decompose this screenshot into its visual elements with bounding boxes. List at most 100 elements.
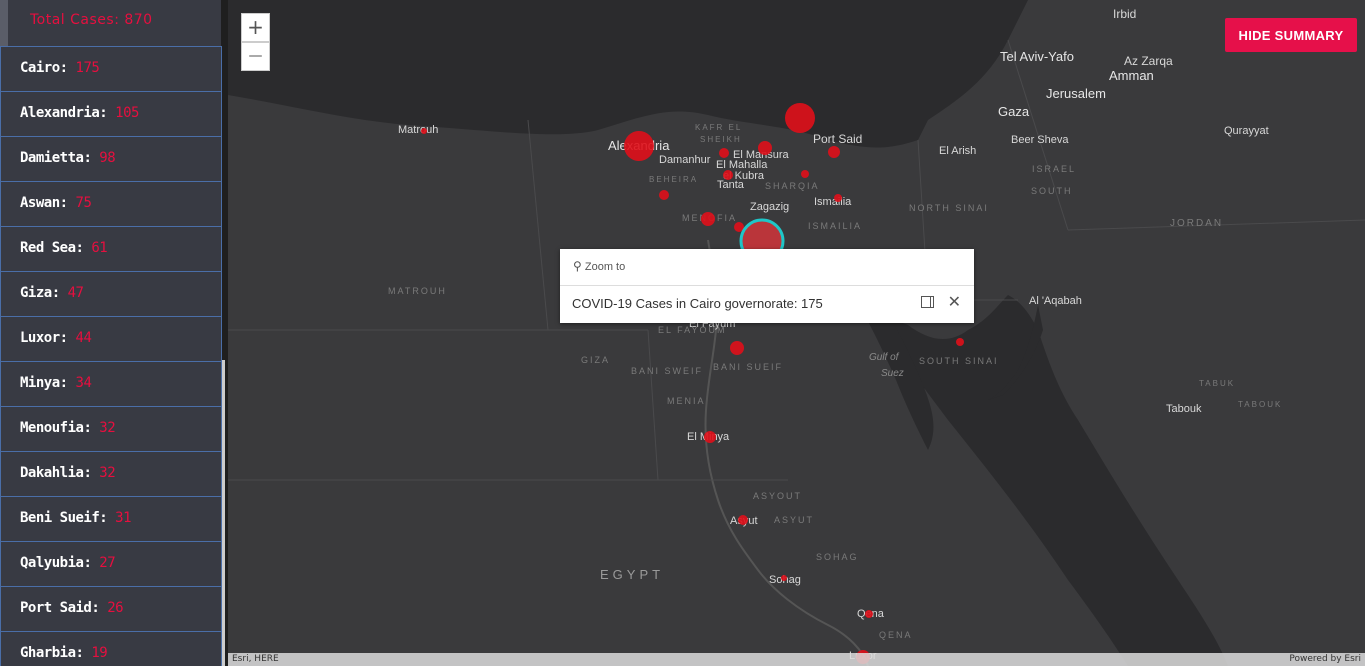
separator: :	[83, 420, 100, 436]
governorate-case-count: 175	[75, 60, 100, 76]
zoom-to-label: Zoom to	[584, 261, 626, 273]
marker-matrouh[interactable]	[421, 128, 427, 134]
governorate-name: Dakahlia	[20, 465, 84, 481]
governorate-label: Menoufia: 32	[20, 420, 116, 436]
separator: :	[51, 285, 68, 301]
governorate-label: Aswan: 75	[20, 195, 92, 211]
separator: :	[83, 150, 100, 166]
marker-damietta[interactable]	[785, 103, 815, 133]
governorate-case-count: 61	[91, 240, 108, 256]
governorate-name: Aswan	[20, 195, 60, 211]
governorate-case-count: 19	[91, 645, 108, 661]
governorate-case-count: 27	[99, 555, 116, 571]
governorate-item[interactable]: Port Said: 26	[0, 587, 222, 632]
separator: :	[59, 375, 76, 391]
separator: :	[75, 645, 92, 661]
zoom-to-action[interactable]: ⚲ Zoom to	[573, 259, 625, 273]
governorate-name: Qalyubia	[20, 555, 84, 571]
governorate-case-count: 47	[67, 285, 84, 301]
marker-ismailia[interactable]	[834, 194, 842, 202]
separator: :	[83, 465, 100, 481]
marker-alexandria[interactable]	[624, 131, 654, 161]
governorate-name: Menoufia	[20, 420, 84, 436]
powered-by-text[interactable]: Powered by Esri	[1289, 654, 1361, 664]
governorate-item[interactable]: Menoufia: 32	[0, 407, 222, 452]
governorate-label: Beni Sueif: 31	[20, 510, 132, 526]
marker-south-sinai[interactable]	[956, 338, 964, 346]
scrollbar[interactable]	[222, 360, 225, 666]
governorate-item[interactable]: Aswan: 75	[0, 182, 222, 227]
marker-minya[interactable]	[704, 431, 716, 443]
governorate-label: Dakahlia: 32	[20, 465, 116, 481]
governorate-item[interactable]: Damietta: 98	[0, 137, 222, 182]
governorate-item[interactable]: Qalyubia: 27	[0, 542, 222, 587]
marker-menoufia[interactable]	[701, 212, 715, 226]
governorate-label: Cairo: 175	[20, 60, 100, 76]
governorate-label: Port Said: 26	[20, 600, 124, 616]
zoom-in-button[interactable]: +	[241, 13, 270, 42]
governorate-label: Minya: 34	[20, 375, 92, 391]
marker-sohag[interactable]	[781, 575, 787, 581]
separator: :	[59, 330, 76, 346]
governorate-item[interactable]: Minya: 34	[0, 362, 222, 407]
governorate-case-count: 98	[99, 150, 116, 166]
governorate-name: Alexandria	[20, 105, 100, 121]
governorate-name: Luxor	[20, 330, 60, 346]
hide-summary-button[interactable]: HIDE SUMMARY	[1225, 18, 1357, 52]
governorate-name: Minya	[20, 375, 60, 391]
governorate-item[interactable]: Dakahlia: 32	[0, 452, 222, 497]
popup-content: COVID-19 Cases in Cairo governorate: 175	[572, 296, 823, 311]
governorate-label: Red Sea: 61	[20, 240, 108, 256]
governorate-list: Cairo: 175 Alexandria: 105 Damietta: 98 Asw…	[0, 46, 222, 666]
governorate-item[interactable]: Red Sea: 61	[0, 227, 222, 272]
governorate-case-count: 26	[107, 600, 124, 616]
governorate-item[interactable]: Giza: 47	[0, 272, 222, 317]
marker-gharbia[interactable]	[723, 170, 733, 180]
governorate-name: Damietta	[20, 150, 84, 166]
governorate-label: Giza: 47	[20, 285, 84, 301]
separator: :	[83, 555, 100, 571]
total-cases-label: Total Cases: 870	[30, 12, 153, 28]
governorate-label: Gharbia: 19	[20, 645, 108, 661]
governorate-label: Qalyubia: 27	[20, 555, 116, 571]
separator: :	[75, 240, 92, 256]
governorate-item[interactable]: Cairo: 175	[0, 46, 222, 92]
governorate-label: Alexandria: 105	[20, 105, 139, 121]
close-icon[interactable]: ✕	[948, 292, 961, 311]
summary-panel: Total Cases: 870 Cairo: 175 Alexandria: 1…	[0, 0, 228, 666]
marker-kafr-el-sheikh[interactable]	[719, 148, 729, 158]
governorate-name: Gharbia	[20, 645, 76, 661]
marker-sharqia[interactable]	[801, 170, 809, 178]
map-view[interactable]: Irbid Tel Aviv-Yafo Az Zarqa Amman Jerus…	[228, 0, 1365, 666]
governorate-item[interactable]: Beni Sueif: 31	[0, 497, 222, 542]
governorate-item[interactable]: Alexandria: 105	[0, 92, 222, 137]
governorate-item[interactable]: Luxor: 44	[0, 317, 222, 362]
governorate-case-count: 105	[115, 105, 139, 121]
feature-popup: ⚲ Zoom to COVID-19 Cases in Cairo govern…	[560, 249, 974, 323]
dock-icon[interactable]	[921, 296, 934, 308]
governorate-case-count: 31	[115, 510, 132, 526]
popup-action-bar: ⚲ Zoom to	[560, 249, 974, 286]
governorate-name: Cairo	[20, 60, 60, 76]
governorate-case-count: 75	[75, 195, 92, 211]
marker-giza[interactable]	[730, 341, 744, 355]
zoom-out-button[interactable]: —	[241, 42, 270, 71]
governorate-name: Port Said	[20, 600, 92, 616]
governorate-name: Beni Sueif	[20, 510, 100, 526]
governorate-case-count: 32	[99, 420, 116, 436]
governorate-case-count: 34	[75, 375, 92, 391]
marker-qena[interactable]	[865, 610, 873, 618]
attribution-bar: Esri, HERE Powered by Esri	[228, 653, 1365, 666]
governorate-item[interactable]: Gharbia: 19	[0, 632, 222, 666]
attribution-text: Esri, HERE	[232, 654, 279, 664]
total-cases-header: Total Cases: 870	[0, 0, 221, 46]
marker-port-said[interactable]	[828, 146, 840, 158]
marker-beheira[interactable]	[659, 190, 669, 200]
case-markers	[421, 103, 964, 664]
marker-dakahlia[interactable]	[758, 141, 772, 155]
separator: :	[59, 195, 76, 211]
separator: :	[59, 60, 76, 76]
governorate-label: Luxor: 44	[20, 330, 92, 346]
marker-asyut[interactable]	[738, 515, 748, 525]
zoom-to-icon: ⚲	[573, 259, 582, 273]
